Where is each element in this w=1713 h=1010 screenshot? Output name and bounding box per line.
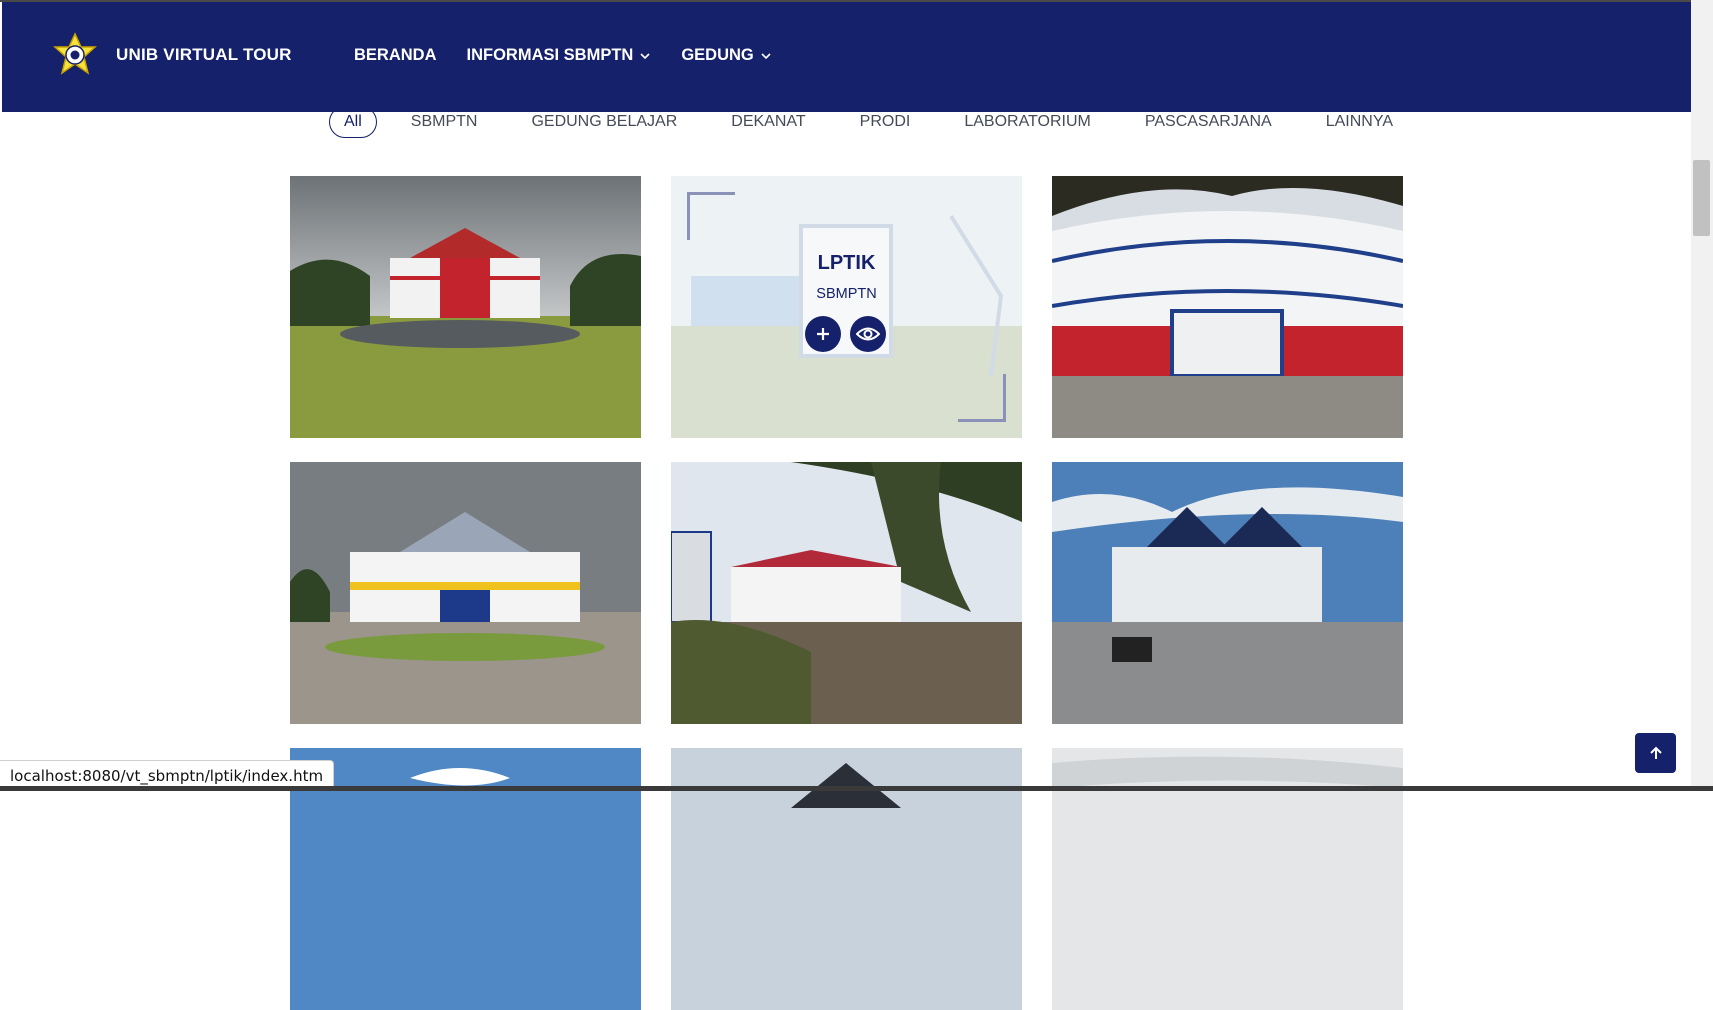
status-bar-url: localhost:8080/vt_sbmptn/lptik/index.htm xyxy=(0,760,335,788)
window-bottom-border xyxy=(0,786,1713,791)
gallery-card[interactable] xyxy=(671,462,1022,724)
back-to-top-button[interactable] xyxy=(1635,733,1676,773)
view-button[interactable] xyxy=(850,316,886,352)
nav-beranda-label: BERANDA xyxy=(354,46,437,64)
card-actions xyxy=(805,316,895,352)
card-category: SBMPTN xyxy=(816,286,877,302)
gallery-photo xyxy=(671,462,1022,724)
corner-decoration xyxy=(958,374,1006,422)
unib-logo-icon xyxy=(53,32,97,75)
gallery-card[interactable] xyxy=(290,176,641,438)
gallery-photo xyxy=(1052,462,1403,724)
nav-informasi-sbmptn[interactable]: INFORMASI SBMPTN xyxy=(467,46,652,65)
arrow-up-icon xyxy=(1649,746,1662,759)
category-filters: All SBMPTN GEDUNG BELAJAR DEKANAT PRODI … xyxy=(329,106,1431,138)
card-title: LPTIK xyxy=(817,252,876,274)
filter-dekanat[interactable]: DEKANAT xyxy=(715,106,821,138)
nav-beranda[interactable]: BERANDA xyxy=(354,46,437,65)
filter-gedung-belajar[interactable]: GEDUNG BELAJAR xyxy=(515,106,693,138)
filter-prodi[interactable]: PRODI xyxy=(844,106,927,138)
chevron-down-icon xyxy=(761,52,771,59)
gallery-card[interactable] xyxy=(1052,462,1403,724)
gallery-card-lptik[interactable]: LPTIK SBMPTN xyxy=(671,176,1022,438)
corner-decoration xyxy=(687,192,735,240)
gallery-photo xyxy=(290,176,641,438)
plus-icon xyxy=(817,328,829,340)
nav-informasi-sbmptn-label: INFORMASI SBMPTN xyxy=(466,46,634,64)
filter-laboratorium[interactable]: LABORATORIUM xyxy=(948,106,1107,138)
filter-sbmptn[interactable]: SBMPTN xyxy=(395,106,494,138)
filter-lainnya[interactable]: LAINNYA xyxy=(1310,106,1409,138)
chevron-down-icon xyxy=(640,52,650,59)
nav-gedung-label: GEDUNG xyxy=(681,46,754,64)
gallery-photo xyxy=(1052,176,1403,438)
scrollbar-track[interactable] xyxy=(1691,0,1713,791)
brand-name: UNIB VIRTUAL TOUR xyxy=(116,45,292,64)
site-header: UNIB VIRTUAL TOUR BERANDA INFORMASI SBMP… xyxy=(2,2,1691,112)
filter-pascasarjana[interactable]: PASCASARJANA xyxy=(1129,106,1288,138)
scrollbar-thumb[interactable] xyxy=(1693,160,1710,236)
nav-gedung[interactable]: GEDUNG xyxy=(681,46,771,65)
gallery-photo xyxy=(290,462,641,724)
brand[interactable]: UNIB VIRTUAL TOUR xyxy=(52,32,292,78)
eye-icon xyxy=(856,327,880,341)
gallery-card[interactable] xyxy=(290,462,641,724)
filter-all[interactable]: All xyxy=(329,106,377,138)
plus-button[interactable] xyxy=(805,316,841,352)
gallery-card[interactable] xyxy=(1052,176,1403,438)
main-nav: BERANDA INFORMASI SBMPTN GEDUNG xyxy=(354,46,802,65)
